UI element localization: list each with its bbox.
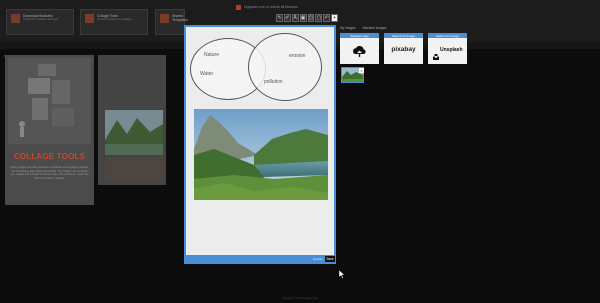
shape-icon[interactable]: ▢ <box>315 14 323 22</box>
info-card-subtitle: Combine images into collages <box>97 18 132 21</box>
image-icon[interactable]: ▣ <box>299 14 307 22</box>
save-button[interactable]: Save <box>325 256 335 262</box>
upload-image-header: Upload Image <box>340 33 379 38</box>
upload-cloud-icon <box>352 44 367 59</box>
collage-icon <box>85 14 94 23</box>
venn-circle-right[interactable] <box>248 33 322 101</box>
venn-label[interactable]: Nature <box>204 52 219 58</box>
pixabay-logo: pixabay <box>391 46 416 53</box>
template-icon <box>160 14 169 23</box>
cancel-button[interactable]: Cancel <box>313 257 324 262</box>
pixabay-header: Search for Image <box>384 33 423 38</box>
image-source-tabs: My Images Selected Images <box>340 26 420 31</box>
mouse-cursor-icon <box>338 266 346 279</box>
banner-text: Upgrade now to unlock all features <box>244 5 298 9</box>
alert-icon <box>236 4 241 10</box>
tab-my-images[interactable]: My Images <box>340 26 356 30</box>
undo-icon[interactable]: ↶ <box>323 14 331 22</box>
remove-thumbnail-icon[interactable]: × <box>359 68 364 73</box>
unsplash-logo-icon <box>433 47 439 60</box>
text-icon[interactable]: A <box>291 14 299 22</box>
tab-selected-images[interactable]: Selected Images <box>362 26 386 30</box>
info-card-download[interactable]: Download Modules Install extra modules a… <box>6 9 74 35</box>
landscape-photo[interactable] <box>194 109 328 200</box>
download-icon <box>11 14 20 23</box>
card-title: COLLAGE TOOLS <box>13 152 86 161</box>
pencil-icon[interactable]: ✎ <box>276 14 283 22</box>
info-card-title: Shared Templates <box>172 14 188 22</box>
add-icon[interactable]: + <box>331 14 338 22</box>
eraser-icon[interactable]: ◫ <box>307 14 315 22</box>
landscape-preview <box>105 110 163 155</box>
info-card-collage[interactable]: Collage Tools Combine images into collag… <box>80 9 148 35</box>
secondary-preview <box>105 157 163 179</box>
editor-toolbar: ✎ ✐ A ▣ ◫ ▢ ↶ + <box>276 14 338 23</box>
venn-label[interactable]: Water <box>200 71 213 77</box>
info-card-templates[interactable]: Shared Templates <box>155 9 188 35</box>
unsplash-logo: Unsplash <box>440 47 463 53</box>
pen-icon[interactable]: ✐ <box>283 14 291 22</box>
card-description: Using images and other elements to illus… <box>10 166 89 180</box>
page-footer: Copyright © 2021 Collage Tools <box>281 297 319 300</box>
collage-illustration <box>8 58 91 144</box>
venn-label[interactable]: erosion <box>289 53 305 59</box>
upgrade-banner[interactable]: Upgrade now to unlock all features <box>236 4 376 10</box>
unsplash-header: Search for Image <box>428 33 467 38</box>
info-card-subtitle: Install extra modules and tools <box>23 18 59 21</box>
venn-label[interactable]: pollution <box>264 79 283 85</box>
